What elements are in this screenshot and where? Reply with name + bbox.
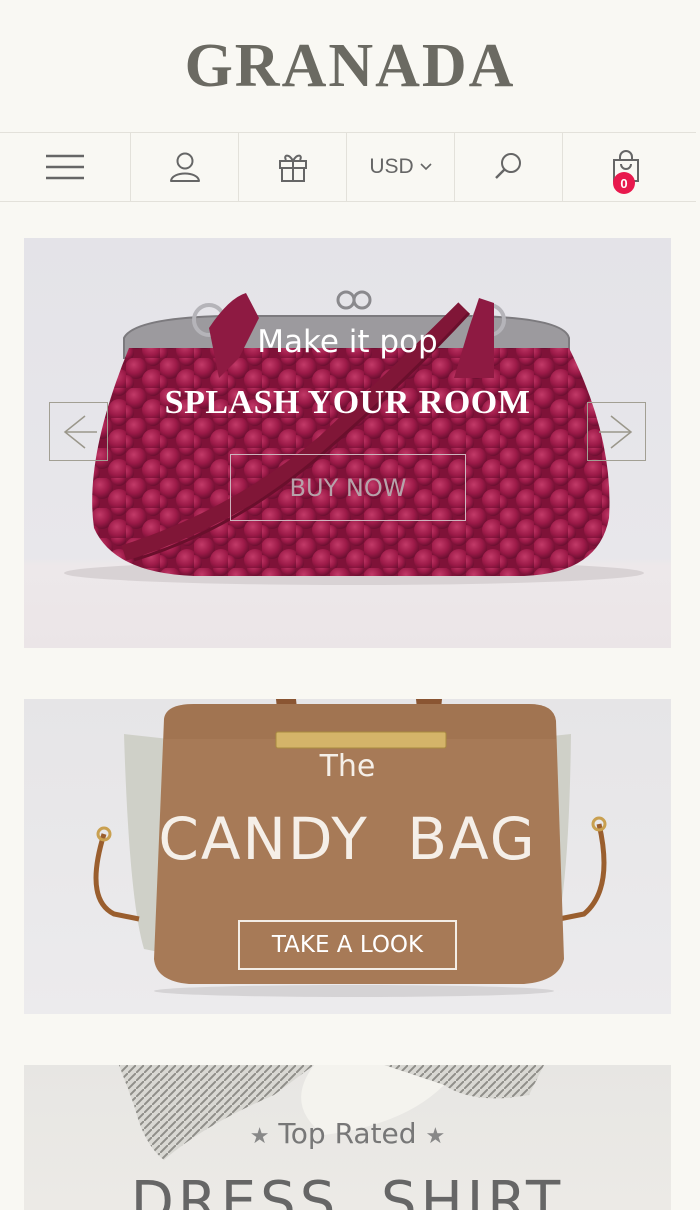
- hero-banner-raspberry-bag[interactable]: Make it pop SPLASH YOUR ROOM BUY NOW: [24, 238, 671, 648]
- currency-label: USD: [369, 155, 414, 178]
- arrow-left-icon: [63, 414, 97, 449]
- account-button[interactable]: [131, 133, 239, 201]
- banner-title: CANDY BAG: [158, 805, 537, 873]
- arrow-right-icon: [598, 414, 632, 449]
- search-button[interactable]: [455, 133, 563, 201]
- gift-icon: [278, 154, 307, 182]
- banner-subtitle-row: ★ Top Rated ★: [24, 1117, 671, 1150]
- gift-button[interactable]: [239, 133, 347, 201]
- hamburger-icon: [46, 154, 84, 180]
- slider-next-button[interactable]: [587, 402, 646, 461]
- cart-count-badge: 0: [613, 172, 635, 194]
- star-icon: ★: [425, 1124, 446, 1149]
- slider-prev-button[interactable]: [49, 402, 108, 461]
- chevron-down-icon: [420, 163, 432, 171]
- search-icon: [494, 153, 521, 179]
- buy-now-button[interactable]: BUY NOW: [230, 454, 466, 521]
- raspberry-bag-image: [64, 290, 644, 585]
- banner-title: DRESS SHIRT: [130, 1170, 565, 1210]
- star-icon: ★: [249, 1124, 270, 1149]
- top-toolbar: USD: [0, 132, 696, 202]
- promo-banner-dress-shirt[interactable]: ★ Top Rated ★ DRESS SHIRT: [24, 1065, 671, 1210]
- banner-subtitle: Make it pop: [257, 324, 438, 360]
- banner-pre-title: The: [319, 749, 376, 784]
- take-a-look-button[interactable]: TAKE A LOOK: [238, 920, 457, 970]
- banner-subtitle: Top Rated: [278, 1117, 417, 1150]
- banner-title: SPLASH YOUR ROOM: [164, 384, 531, 421]
- promo-banner-candy-bag[interactable]: The CANDY BAG TAKE A LOOK: [24, 699, 671, 1014]
- user-icon: [169, 152, 200, 182]
- currency-selector[interactable]: USD: [347, 133, 455, 201]
- menu-button[interactable]: [0, 133, 131, 201]
- site-logo[interactable]: GRANADA: [0, 0, 700, 132]
